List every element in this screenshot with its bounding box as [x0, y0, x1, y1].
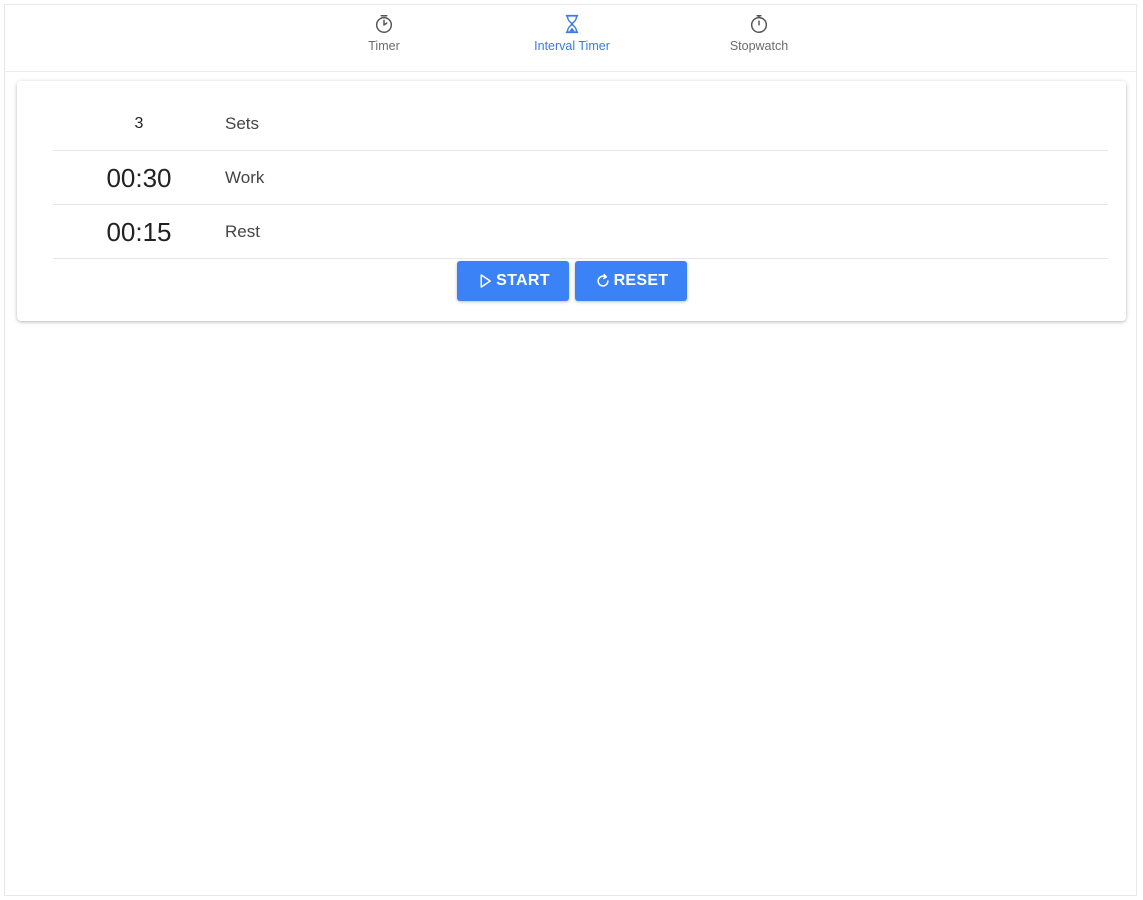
hourglass-icon [565, 14, 579, 34]
play-icon [480, 274, 492, 288]
interval-settings-card: 3 Sets 00:30 Work 00:15 Rest START RESET [17, 81, 1126, 321]
tab-stopwatch[interactable]: Stopwatch [689, 13, 829, 65]
work-duration-value[interactable]: 00:30 [53, 151, 225, 205]
reset-button-label: RESET [613, 272, 669, 289]
start-button[interactable]: START [457, 261, 569, 301]
tab-timer[interactable]: Timer [314, 13, 454, 65]
sets-value[interactable]: 3 [53, 97, 225, 151]
refresh-icon [597, 273, 609, 287]
reset-button[interactable]: RESET [575, 261, 687, 301]
work-row[interactable]: 00:30 Work [53, 151, 1108, 205]
rest-duration-value[interactable]: 00:15 [53, 205, 225, 259]
tab-timer-label: Timer [368, 39, 400, 53]
tab-interval-timer[interactable]: Interval Timer [502, 13, 642, 65]
sets-row[interactable]: 3 Sets [53, 97, 1108, 151]
rest-row[interactable]: 00:15 Rest [53, 205, 1108, 259]
start-button-label: START [496, 272, 550, 289]
tab-bar: Timer Interval Timer Stopwatch [5, 5, 1136, 72]
sets-label: Sets [225, 114, 260, 133]
tab-stopwatch-label: Stopwatch [729, 39, 789, 53]
rest-label: Rest [225, 222, 260, 241]
tab-interval-timer-label: Interval Timer [534, 39, 610, 53]
stopwatch-icon [750, 15, 768, 33]
work-label: Work [225, 168, 265, 187]
app-frame: Timer Interval Timer Stopwatch 3 Sets 00… [4, 4, 1137, 896]
timer-icon [375, 15, 393, 33]
